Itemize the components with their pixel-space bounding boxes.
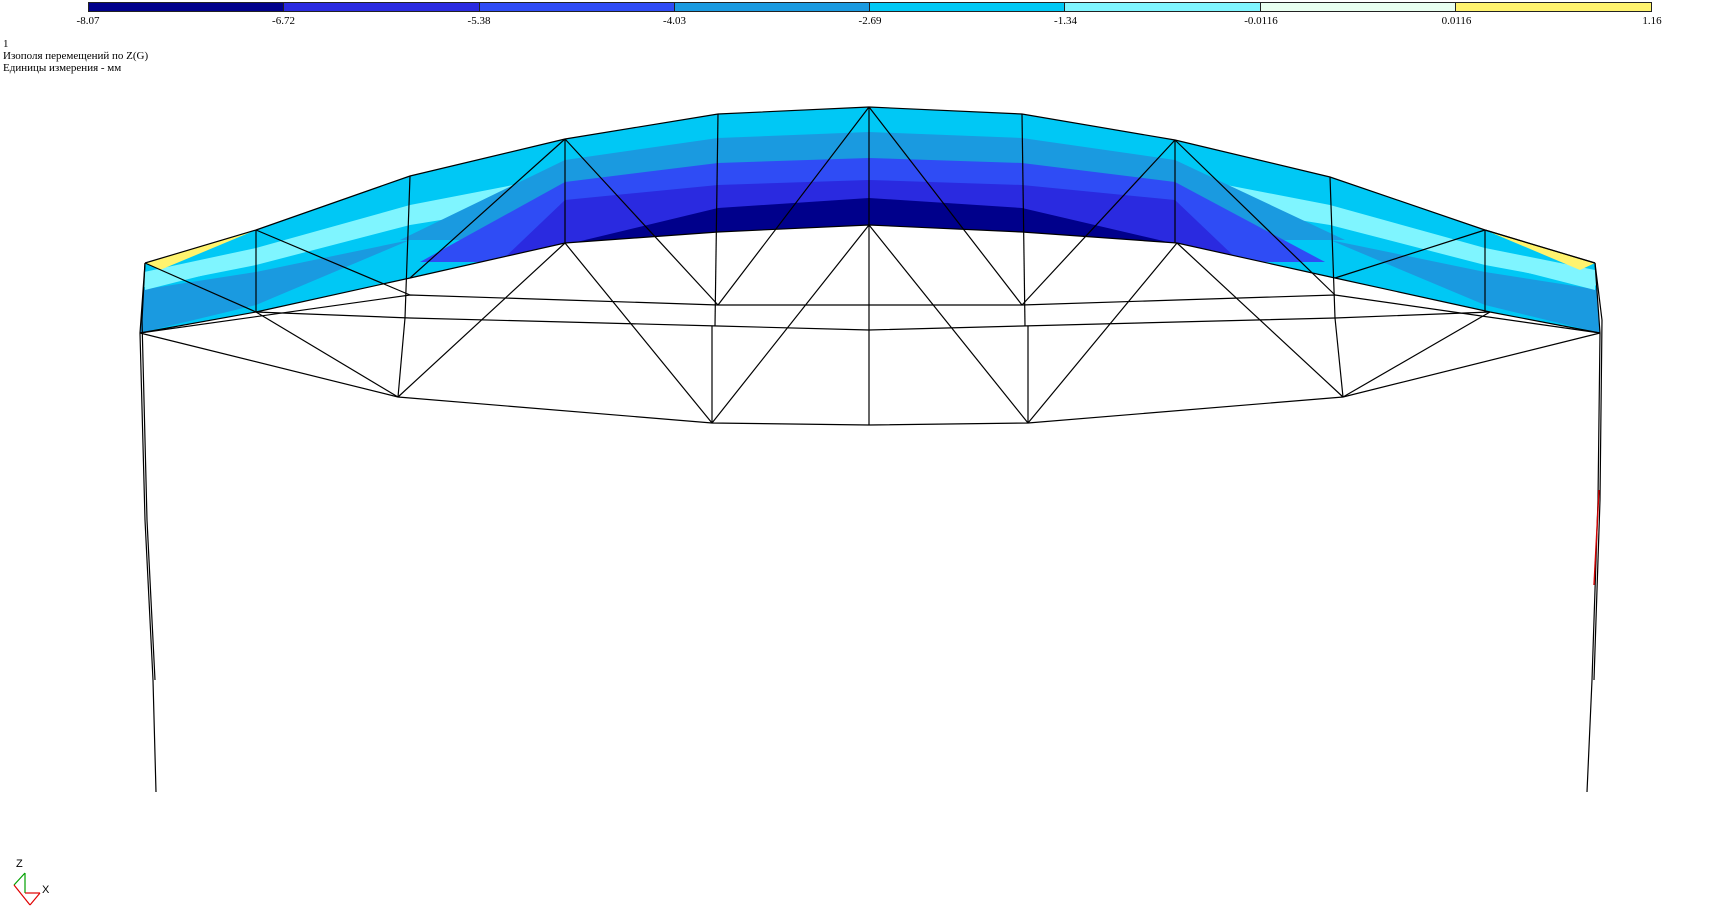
lower-diagonal-6: [1027, 242, 1178, 424]
truss-drawing: [13, 106, 1603, 906]
x-axis-label: X: [42, 884, 50, 896]
lower-diagonal-1: [255, 311, 399, 398]
lower-diagonal-5: [868, 224, 1029, 424]
middle-chord-1: [139, 294, 1601, 334]
lower-diagonal-4: [711, 224, 870, 424]
z-axis-tip: [13, 872, 26, 886]
lower-diagonal-8: [1342, 311, 1491, 398]
lower-diagonal-3: [564, 242, 713, 424]
x-axis-tip: [29, 892, 41, 906]
bottom-chord: [139, 332, 1601, 426]
lower-post-3: [397, 317, 406, 398]
axis-triad: [13, 872, 41, 906]
lower-post-4: [1334, 317, 1344, 398]
right-column: [1586, 262, 1601, 793]
z-axis-label: Z: [16, 858, 23, 870]
triad-base: [13, 884, 31, 906]
middle-chord-2: [255, 311, 1491, 331]
top-chord-isofield: [140, 107, 1600, 333]
